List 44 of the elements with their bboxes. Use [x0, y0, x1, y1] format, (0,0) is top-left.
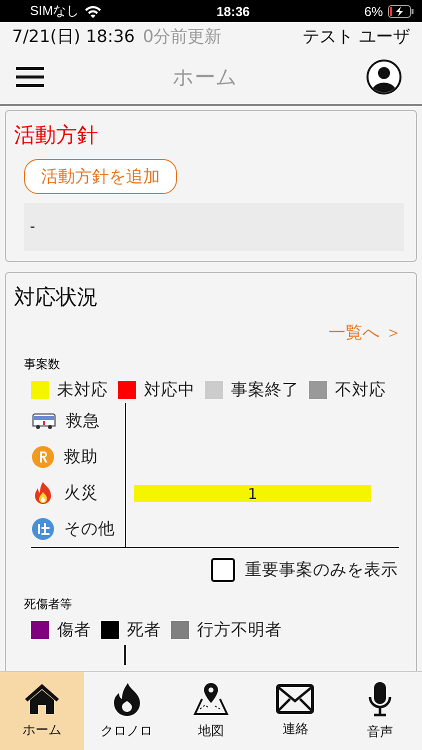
tab[interactable]: ホーム: [0, 672, 84, 750]
menu-icon[interactable]: [16, 67, 44, 87]
legend-label: 対応中: [144, 379, 195, 401]
legend-label: 傷者: [57, 619, 91, 641]
clock-text: 18:36: [216, 4, 250, 18]
r-badge-icon: [32, 446, 54, 468]
date-time-text: 7/21(日) 18:36: [12, 26, 135, 48]
category-label: 火災: [64, 482, 98, 504]
tab[interactable]: 地図: [168, 672, 254, 750]
page-title: ホーム: [172, 64, 238, 91]
legend-label: 未対応: [57, 379, 108, 401]
card-title: 活動方針: [14, 122, 99, 149]
legend-label: 行方不明者: [197, 619, 282, 641]
card-title: 対応状況: [14, 284, 99, 311]
other-badge-icon: [32, 518, 54, 540]
flame-icon: [32, 481, 54, 505]
battery-text: 6%: [364, 4, 383, 18]
category-label: その他: [64, 518, 115, 540]
policy-text: -: [30, 219, 36, 235]
checkbox[interactable]: [211, 558, 235, 582]
updated-text: 0分前更新: [142, 26, 222, 48]
section-label: 死傷者等: [24, 596, 73, 613]
checkbox-label: 重要事案のみを表示: [245, 559, 398, 581]
home-icon: [24, 683, 60, 715]
carrier-text: SIMなし: [30, 2, 80, 20]
section-label: 事案数: [24, 356, 61, 373]
data-label: 1: [248, 485, 258, 503]
tab[interactable]: 連絡: [253, 672, 338, 750]
tab[interactable]: 音声: [338, 672, 422, 750]
category-label: 救急: [66, 410, 100, 432]
microphone-icon: [366, 681, 393, 717]
legend-label: 死者: [127, 619, 161, 641]
legend-label: 事案終了: [231, 379, 299, 401]
map-pin-icon: [193, 682, 230, 716]
tab[interactable]: クロノロ: [84, 672, 169, 750]
ambulance-icon: [32, 412, 56, 430]
category-label: 救助: [64, 446, 98, 468]
avatar-icon[interactable]: [366, 59, 402, 95]
battery-icon: [388, 4, 414, 18]
legend-label: 不対応: [335, 379, 386, 401]
user-name: テスト ユーザ: [302, 26, 410, 48]
wifi-icon: [84, 4, 102, 18]
flame-icon: [112, 682, 141, 716]
envelope-icon: [276, 684, 314, 714]
